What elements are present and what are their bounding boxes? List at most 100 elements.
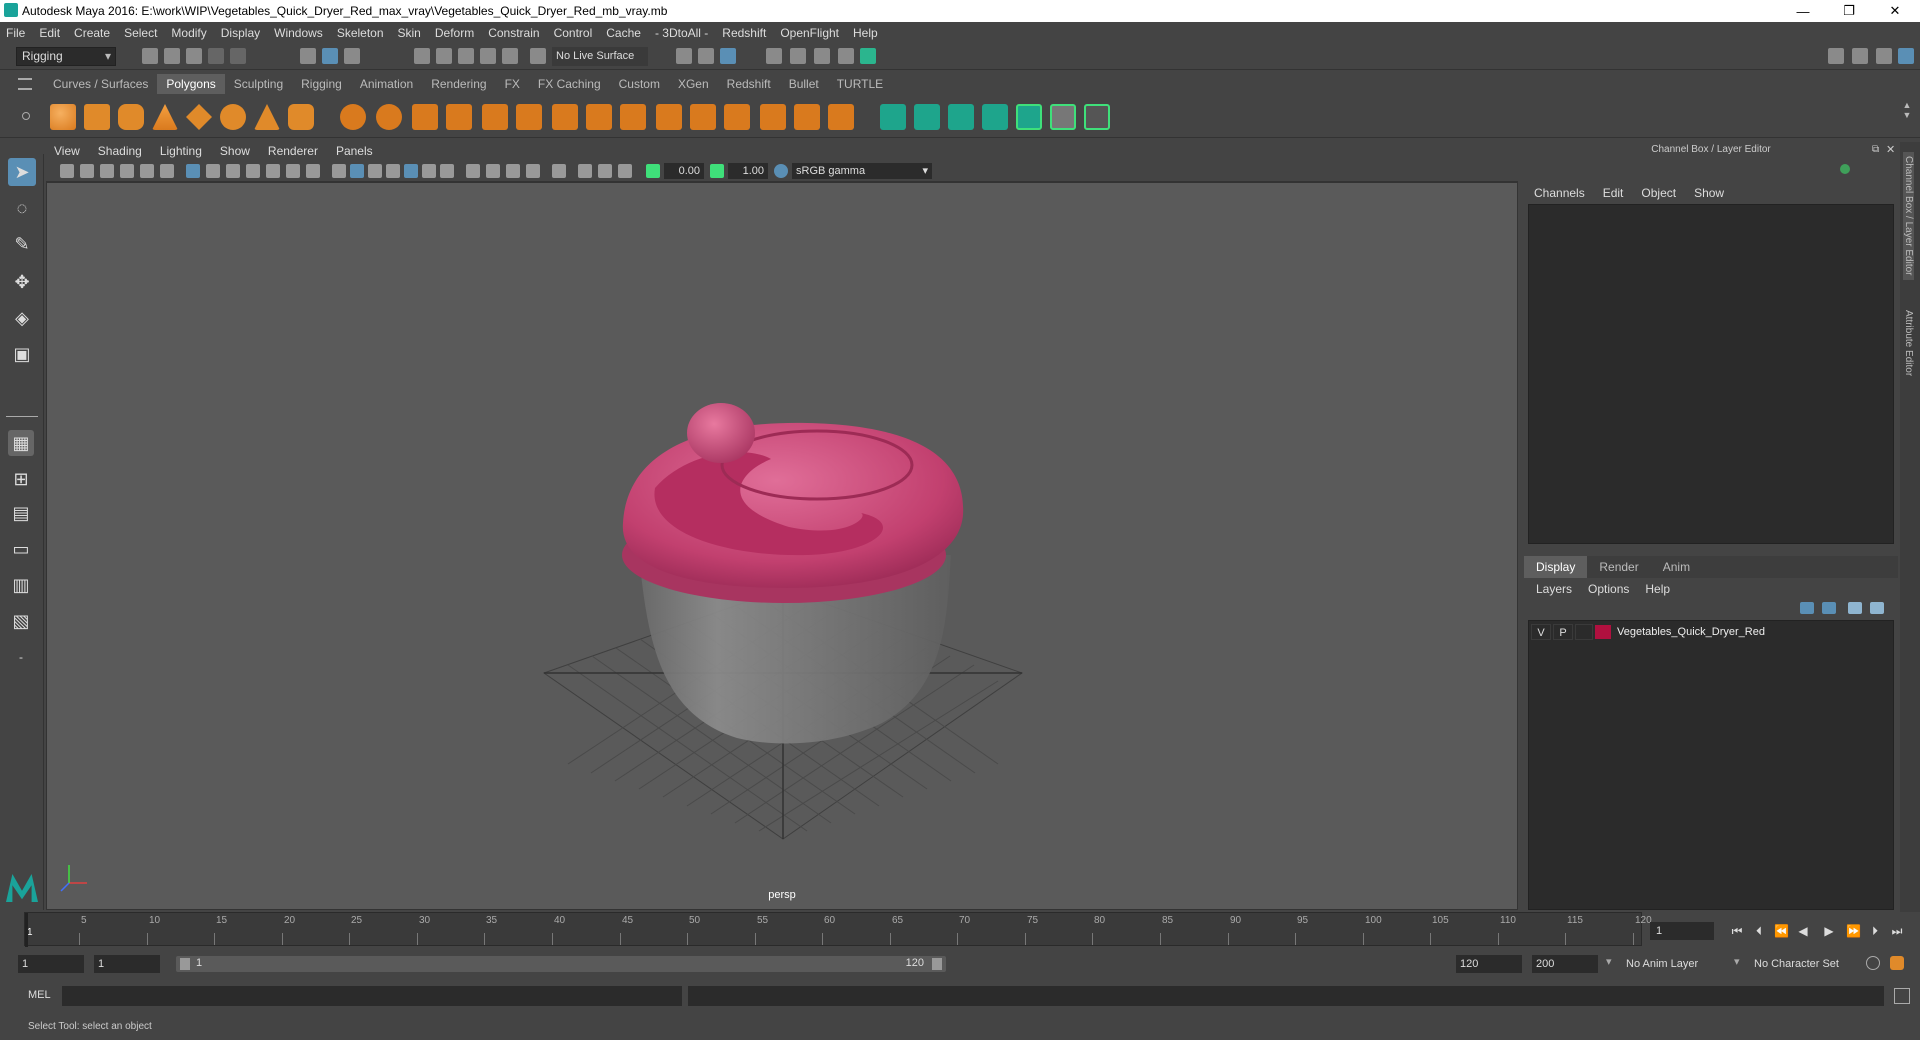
menu-cache[interactable]: Cache <box>606 26 641 40</box>
image-plane-icon[interactable] <box>120 164 134 178</box>
color-space-dropdown[interactable]: sRGB gamma ▾ <box>792 163 932 179</box>
checker-uv-icon[interactable] <box>1050 104 1076 130</box>
move-tool-icon[interactable]: ✥ <box>8 268 36 296</box>
redo-icon[interactable] <box>230 48 246 64</box>
average-vertices-icon[interactable] <box>516 104 542 130</box>
range-slider-bar[interactable]: 1 120 <box>176 956 946 972</box>
channel-box-options-icon[interactable] <box>1840 164 1850 174</box>
layer-menu-options[interactable]: Options <box>1588 582 1629 596</box>
menuset-dropdown[interactable]: Rigging ▾ <box>16 47 116 66</box>
cylindrical-mapping-icon[interactable] <box>914 104 940 130</box>
select-tool-icon[interactable]: ➤ <box>8 158 36 186</box>
gamma-icon[interactable] <box>710 164 724 178</box>
poly-sphere-icon[interactable] <box>50 104 76 130</box>
persp-graph-layout-icon[interactable]: ▭ <box>8 536 34 562</box>
go-to-end-icon[interactable]: ⏭ <box>1890 924 1904 938</box>
uv-snapshot-icon[interactable] <box>1084 104 1110 130</box>
poly-torus-icon[interactable] <box>220 104 246 130</box>
gamma-field[interactable]: 1.00 <box>728 163 768 179</box>
current-frame-field[interactable]: 1 <box>1650 922 1714 940</box>
channel-menu-object[interactable]: Object <box>1641 186 1676 200</box>
auto-key-icon[interactable] <box>1866 956 1880 970</box>
float-panel-icon[interactable]: ⧉ <box>1872 144 1879 155</box>
current-time-indicator[interactable] <box>25 913 28 947</box>
snap-grid-icon[interactable] <box>414 48 430 64</box>
playback-start-field[interactable]: 1 <box>94 955 160 973</box>
output-ops-icon[interactable] <box>698 48 714 64</box>
render-settings-icon[interactable] <box>766 48 782 64</box>
attribute-editor-toggle-icon[interactable] <box>1876 48 1892 64</box>
persp-hypershade-layout-icon[interactable]: ▧ <box>8 608 34 634</box>
close-panel-icon[interactable]: ✕ <box>1886 143 1895 156</box>
play-forwards-icon[interactable]: ▶ <box>1822 924 1836 938</box>
shelf-scroll-icon[interactable]: ▲ ▼ <box>1900 100 1914 132</box>
hypershade-icon[interactable] <box>860 48 876 64</box>
append-polygon-icon[interactable] <box>620 104 646 130</box>
snap-surface-icon[interactable] <box>502 48 518 64</box>
viewport-menu-lighting[interactable]: Lighting <box>160 144 202 158</box>
anti-aliasing-icon[interactable] <box>506 164 520 178</box>
extract-icon[interactable] <box>412 104 438 130</box>
viewport-menu-shading[interactable]: Shading <box>98 144 142 158</box>
channel-list[interactable] <box>1528 204 1894 544</box>
exposure-field[interactable]: 0.00 <box>664 163 704 179</box>
channel-box-toggle-icon[interactable] <box>1898 48 1914 64</box>
use-all-lights-icon[interactable] <box>422 164 436 178</box>
tab-animation[interactable]: Animation <box>351 74 422 94</box>
merge-icon[interactable] <box>760 104 786 130</box>
snap-point-icon[interactable] <box>458 48 474 64</box>
command-input[interactable] <box>62 986 682 1006</box>
step-back-key-icon[interactable]: ⏪ <box>1774 924 1789 938</box>
character-set-dropdown[interactable]: No Character Set <box>1748 955 1872 973</box>
menu-deform[interactable]: Deform <box>435 26 474 40</box>
viewport-menu-renderer[interactable]: Renderer <box>268 144 318 158</box>
time-slider-track[interactable]: 1 5 10 15 20 25 30 35 40 45 50 55 60 65 70 75 80 85 90 95 1… <box>24 912 1652 947</box>
layer-menu-help[interactable]: Help <box>1645 582 1670 596</box>
insert-edge-loop-icon[interactable] <box>724 104 750 130</box>
tab-rigging[interactable]: Rigging <box>292 74 351 94</box>
construction-history-icon[interactable] <box>720 48 736 64</box>
animation-end-field[interactable]: 200 <box>1532 955 1598 973</box>
separate-icon[interactable] <box>376 104 402 130</box>
playback-end-field[interactable]: 120 <box>1456 955 1522 973</box>
layer-color-swatch[interactable] <box>1595 625 1611 639</box>
paint-select-tool-icon[interactable]: ✎ <box>8 230 36 258</box>
multi-cut-icon[interactable] <box>690 104 716 130</box>
select-object-icon[interactable] <box>322 48 338 64</box>
planar-mapping-icon[interactable] <box>880 104 906 130</box>
anim-layer-dropdown[interactable]: No Anim Layer <box>1620 955 1740 973</box>
menu-display[interactable]: Display <box>221 26 260 40</box>
gate-mask-icon[interactable] <box>246 164 260 178</box>
layer-menu-layers[interactable]: Layers <box>1536 582 1572 596</box>
default-material-icon[interactable] <box>368 164 382 178</box>
offset-edge-loop-icon[interactable] <box>828 104 854 130</box>
tab-render-layers[interactable]: Render <box>1587 556 1650 578</box>
exposure-icon[interactable] <box>646 164 660 178</box>
hypershade-layout-icon[interactable]: ▥ <box>8 572 34 598</box>
select-component-icon[interactable] <box>344 48 360 64</box>
tab-curves-surfaces[interactable]: Curves / Surfaces <box>44 74 157 94</box>
xray-components-icon[interactable] <box>618 164 632 178</box>
tab-fx[interactable]: FX <box>496 74 529 94</box>
move-layer-down-icon[interactable] <box>1822 602 1836 614</box>
shadows-icon[interactable] <box>440 164 454 178</box>
maximize-button[interactable]: ❐ <box>1826 0 1872 22</box>
outliner-toggle-icon[interactable] <box>1852 48 1868 64</box>
menu-modify[interactable]: Modify <box>171 26 206 40</box>
ipr-render-icon[interactable] <box>838 48 854 64</box>
side-tab-attribute-editor[interactable]: Attribute Editor <box>1903 310 1914 376</box>
poly-pipe-icon[interactable] <box>288 104 314 130</box>
menu-file[interactable]: File <box>6 26 25 40</box>
extrude-icon[interactable] <box>586 104 612 130</box>
menu-create[interactable]: Create <box>74 26 110 40</box>
go-to-start-icon[interactable]: ⏮ <box>1730 924 1744 938</box>
shelf-settings-icon[interactable] <box>22 112 30 120</box>
channel-menu-show[interactable]: Show <box>1694 186 1724 200</box>
film-gate-icon[interactable] <box>206 164 220 178</box>
resolution-gate-icon[interactable] <box>226 164 240 178</box>
move-layer-up-icon[interactable] <box>1800 602 1814 614</box>
open-scene-icon[interactable] <box>164 48 180 64</box>
textured-icon[interactable] <box>404 164 418 178</box>
persp-outliner-layout-icon[interactable]: ▤ <box>8 500 34 526</box>
layer-visibility-toggle[interactable]: V <box>1531 624 1551 640</box>
